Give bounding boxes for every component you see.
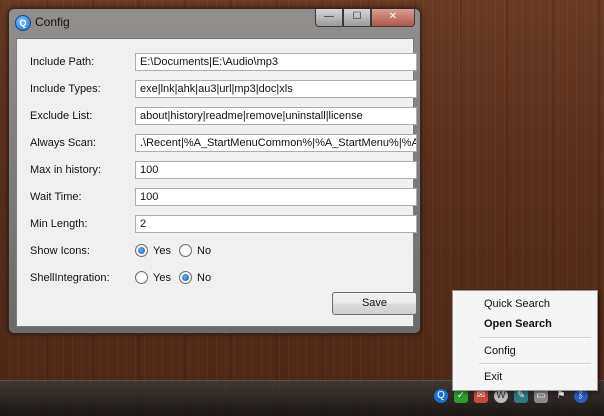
wait-time-label: Wait Time:: [30, 191, 82, 203]
menu-item-config[interactable]: Config: [454, 341, 594, 361]
include-types-row: Include Types: exe|lnk|ahk|au3|url|mp3|d…: [17, 80, 417, 100]
mail-icon[interactable]: ✉: [474, 389, 488, 403]
check-icon[interactable]: ✓: [454, 389, 468, 403]
window-controls: — ☐ ✕: [315, 9, 415, 27]
show-icons-yes-radio[interactable]: [135, 244, 148, 257]
always-scan-label: Always Scan:: [30, 137, 97, 149]
shell-integration-yes-label: Yes: [153, 271, 171, 284]
wait-time-field[interactable]: 100: [135, 188, 417, 206]
system-tray: Q ✓ ✉ W ✎ ▭ ⚑ ᛒ: [434, 389, 594, 403]
paint-icon[interactable]: ✎: [514, 389, 528, 403]
menu-item-exit[interactable]: Exit: [454, 367, 594, 387]
include-types-field[interactable]: exe|lnk|ahk|au3|url|mp3|doc|xls: [135, 80, 417, 98]
exclude-list-field[interactable]: about|history|readme|remove|uninstall|li…: [135, 107, 417, 125]
shell-integration-no-label: No: [197, 271, 212, 284]
search-icon[interactable]: Q: [434, 389, 448, 403]
menu-item-quick-search[interactable]: Quick Search: [454, 294, 594, 314]
shell-integration-yes-radio[interactable]: [135, 271, 148, 284]
menu-separator: [479, 337, 591, 339]
maximize-button[interactable]: ☐: [343, 9, 371, 27]
max-history-row: Max in history: 100: [17, 161, 417, 181]
include-path-label: Include Path:: [30, 56, 95, 68]
max-history-field[interactable]: 100: [135, 161, 417, 179]
flag-icon[interactable]: ⚑: [554, 389, 568, 403]
config-window: Q Config — ☐ ✕ Include Path: E:\Document…: [8, 8, 421, 334]
monitor-icon[interactable]: ▭: [534, 389, 548, 403]
window-title: Config: [35, 15, 70, 29]
wordpress-icon[interactable]: W: [494, 389, 508, 403]
show-icons-yes-option[interactable]: Yes: [135, 244, 171, 257]
search-app-icon: Q: [15, 15, 31, 31]
bluetooth-icon[interactable]: ᛒ: [574, 389, 588, 403]
minimize-button[interactable]: —: [315, 9, 343, 27]
config-form: Include Path: E:\Documents|E:\Audio\mp3 …: [16, 38, 417, 327]
title-bar[interactable]: Q Config — ☐ ✕: [9, 9, 420, 35]
shell-integration-no-radio[interactable]: [179, 271, 192, 284]
include-types-label: Include Types:: [30, 83, 101, 95]
tray-context-menu: Quick Search Open Search Config Exit: [452, 290, 598, 391]
show-icons-yes-label: Yes: [153, 244, 171, 257]
shell-integration-no-option[interactable]: No: [179, 271, 211, 284]
exclude-list-row: Exclude List: about|history|readme|remov…: [17, 107, 417, 127]
show-icons-no-radio[interactable]: [179, 244, 192, 257]
min-length-row: Min Length: 2: [17, 215, 417, 235]
show-icons-no-option[interactable]: No: [179, 244, 211, 257]
exclude-list-label: Exclude List:: [30, 110, 93, 122]
min-length-field[interactable]: 2: [135, 215, 417, 233]
show-icons-label: Show Icons:: [30, 245, 90, 257]
menu-separator: [479, 363, 591, 365]
include-path-field[interactable]: E:\Documents|E:\Audio\mp3: [135, 53, 417, 71]
show-icons-no-label: No: [197, 244, 212, 257]
always-scan-row: Always Scan: .\Recent|%A_StartMenuCommon…: [17, 134, 417, 154]
max-history-label: Max in history:: [30, 164, 101, 176]
min-length-label: Min Length:: [30, 218, 88, 230]
shell-integration-yes-option[interactable]: Yes: [135, 271, 171, 284]
close-button[interactable]: ✕: [371, 9, 415, 27]
shell-integration-row: ShellIntegration: Yes No: [17, 269, 413, 289]
save-button[interactable]: Save: [332, 292, 417, 315]
show-icons-row: Show Icons: Yes No: [17, 242, 413, 262]
wait-time-row: Wait Time: 100: [17, 188, 417, 208]
always-scan-field[interactable]: .\Recent|%A_StartMenuCommon%|%A_StartMen…: [135, 134, 417, 152]
menu-item-open-search[interactable]: Open Search: [454, 314, 594, 334]
include-path-row: Include Path: E:\Documents|E:\Audio\mp3: [17, 53, 417, 73]
shell-integration-label: ShellIntegration:: [30, 272, 110, 284]
